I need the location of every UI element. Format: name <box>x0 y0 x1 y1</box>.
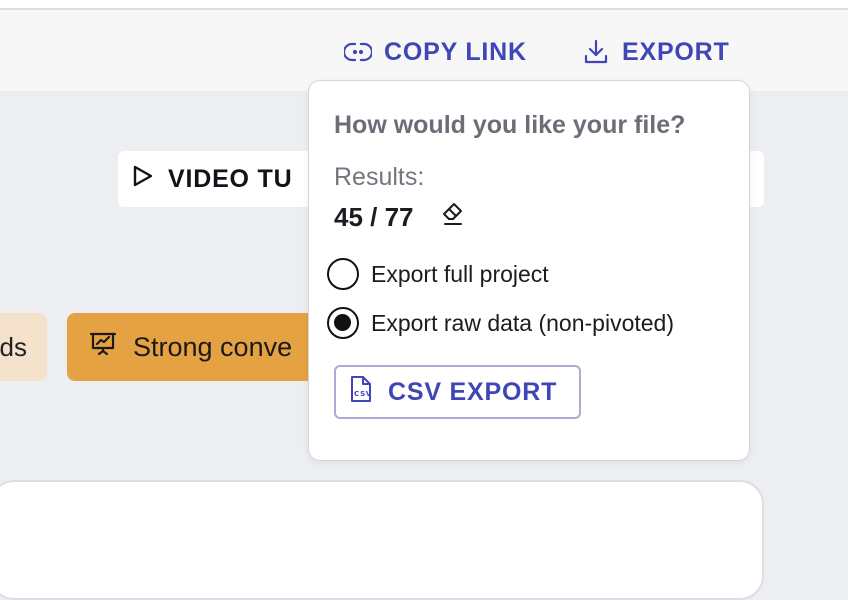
csv-file-icon: CSV <box>348 375 374 410</box>
copy-link-button[interactable]: COPY LINK <box>344 36 527 68</box>
results-label: Results: <box>334 163 425 191</box>
export-popover: How would you like your file? Results: 4… <box>308 80 750 461</box>
content-card <box>0 480 764 600</box>
toolbar: COPY LINK EXPORT <box>0 10 848 91</box>
insight-chip[interactable]: ds <box>0 313 47 381</box>
csv-export-button[interactable]: CSV CSV EXPORT <box>334 365 581 419</box>
play-icon <box>132 164 154 195</box>
export-full-project-option[interactable]: Export full project <box>327 258 549 290</box>
link-icon <box>344 38 372 66</box>
eraser-icon[interactable] <box>440 201 466 234</box>
csv-export-label: CSV EXPORT <box>388 377 558 406</box>
video-tutorial-label: VIDEO TU <box>168 164 293 193</box>
results-row: 45 / 77 <box>334 201 466 234</box>
popover-title: How would you like your file? <box>334 111 686 139</box>
export-button[interactable]: EXPORT <box>582 36 730 68</box>
download-icon <box>582 38 610 66</box>
presentation-chart-icon <box>89 330 117 365</box>
export-raw-data-option[interactable]: Export raw data (non-pivoted) <box>327 307 674 339</box>
radio-export-full-project[interactable] <box>327 258 359 290</box>
copy-link-label: COPY LINK <box>384 37 527 66</box>
svg-text:CSV: CSV <box>354 390 372 398</box>
insight-chip-label: ds <box>0 331 27 362</box>
export-full-project-label: Export full project <box>371 260 549 287</box>
insight-chip-strong-label: Strong conve <box>133 331 293 362</box>
top-border <box>0 0 848 10</box>
radio-export-raw-data[interactable] <box>327 307 359 339</box>
results-value: 45 / 77 <box>334 202 414 232</box>
export-raw-data-label: Export raw data (non-pivoted) <box>371 309 674 336</box>
export-label: EXPORT <box>622 37 730 66</box>
